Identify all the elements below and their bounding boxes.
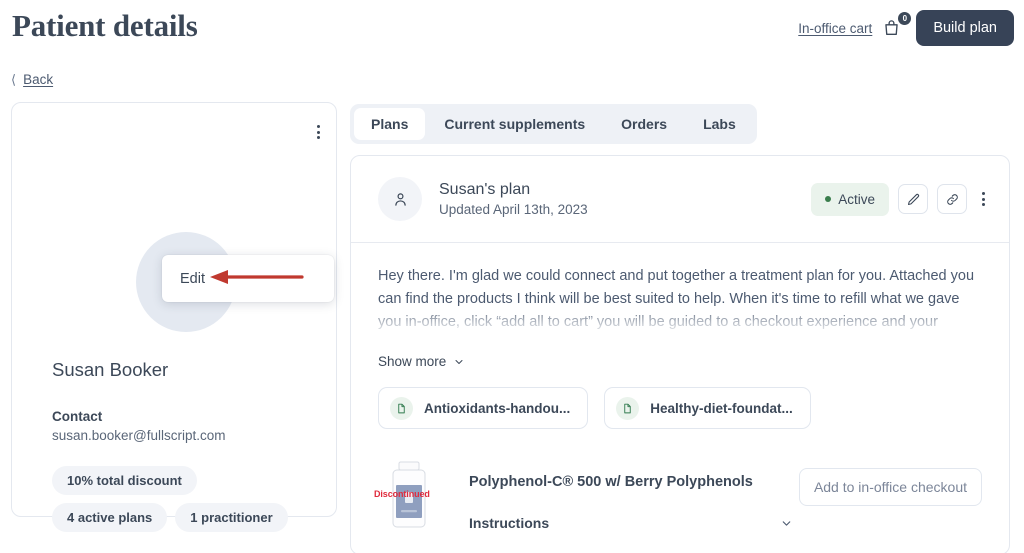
link-icon <box>946 193 958 205</box>
person-icon <box>394 192 406 206</box>
top-header: Patient details In-office cart 0 Build p… <box>0 0 1024 58</box>
cart-icon-wrapper[interactable]: 0 <box>882 12 912 41</box>
chevron-down-icon <box>782 520 791 526</box>
chip-row-discount: 10% total discount <box>52 466 312 495</box>
show-more-toggle[interactable]: Show more <box>378 354 465 369</box>
status-dot-icon <box>825 196 832 202</box>
kebab-dot <box>982 192 985 195</box>
build-plan-button[interactable]: Build plan <box>916 10 1014 46</box>
chip-practitioner-count: 1 practitioner <box>175 503 288 532</box>
attachment-item[interactable]: Healthy-diet-foundat... <box>604 387 811 429</box>
add-to-in-office-checkout-button[interactable]: Add to in-office checkout <box>798 468 982 506</box>
patient-details-page: Patient details In-office cart 0 Build p… <box>0 0 1024 553</box>
back-link[interactable]: ⟨ Back <box>11 72 53 87</box>
cart-count-badge: 0 <box>898 12 912 25</box>
plan-card-body: Hey there. I'm glad we could connect and… <box>351 243 1009 545</box>
header-actions: In-office cart 0 Build plan <box>798 10 1014 46</box>
patient-email: susan.booker@fullscript.com <box>52 428 226 443</box>
contact-label: Contact <box>52 409 103 424</box>
kebab-dot <box>317 130 320 134</box>
kebab-dot <box>317 125 320 128</box>
document-icon <box>390 396 413 420</box>
chip-active-plans: 4 active plans <box>52 503 168 532</box>
patient-card-more-button[interactable] <box>315 123 322 141</box>
plan-status-badge: Active <box>811 182 889 216</box>
plan-attachments: Antioxidants-handou... Healthy-diet-foun… <box>378 387 982 429</box>
chevron-down-icon <box>455 359 463 364</box>
plan-updated-date: Updated April 13th, 2023 <box>439 202 588 217</box>
product-details: Polyphenol-C® 500 w/ Berry Polyphenols I… <box>440 455 799 531</box>
menu-item-edit[interactable]: Edit <box>162 271 205 287</box>
instructions-toggle[interactable]: Instructions <box>469 515 799 531</box>
product-name: Polyphenol-C® 500 w/ Berry Polyphenols <box>469 474 753 490</box>
attachment-item[interactable]: Antioxidants-handou... <box>378 387 589 429</box>
instructions-label: Instructions <box>469 515 550 531</box>
kebab-dot <box>982 197 985 201</box>
in-office-cart-link[interactable]: In-office cart <box>798 21 872 36</box>
attachment-name: Healthy-diet-foundat... <box>650 400 793 416</box>
tab-orders[interactable]: Orders <box>604 108 684 140</box>
page-title: Patient details <box>12 8 198 43</box>
show-more-label: Show more <box>378 354 447 369</box>
tab-plans[interactable]: Plans <box>354 108 426 140</box>
tab-labs[interactable]: Labs <box>686 108 753 140</box>
plan-avatar <box>378 177 422 221</box>
chip-row-plans: 4 active plans 1 practitioner <box>52 503 312 532</box>
kebab-dot <box>317 136 320 139</box>
patient-chips: 10% total discount 4 active plans 1 prac… <box>52 466 312 553</box>
plan-more-button[interactable] <box>980 190 987 208</box>
document-icon <box>616 396 640 420</box>
patient-tabs: Plans Current supplements Orders Labs <box>350 104 757 144</box>
attachment-name: Antioxidants-handou... <box>424 400 571 416</box>
kebab-dot <box>982 203 985 206</box>
plan-status-label: Active <box>838 191 875 207</box>
patient-context-menu: Edit <box>162 255 334 302</box>
plan-product-row: Discontinued Polyphenol-C® 500 w/ Berry … <box>374 455 982 545</box>
chevron-left-icon: ⟨ <box>11 72 17 87</box>
chip-total-discount: 10% total discount <box>52 466 197 495</box>
copy-link-button[interactable] <box>937 184 967 214</box>
patient-name: Susan Booker <box>52 359 169 380</box>
product-image-wrapper: Discontinued <box>374 455 440 535</box>
plan-title-block: Susan's plan Updated April 13th, 2023 <box>439 181 811 217</box>
edit-plan-button[interactable] <box>898 184 928 214</box>
plan-card: Susan's plan Updated April 13th, 2023 Ac… <box>350 155 1010 553</box>
plan-message-text: Hey there. I'm glad we could connect and… <box>378 268 975 337</box>
discontinued-label: Discontinued <box>374 489 430 499</box>
plan-card-header: Susan's plan Updated April 13th, 2023 Ac… <box>351 156 1009 243</box>
tab-current-supplements[interactable]: Current supplements <box>427 108 602 140</box>
back-label: Back <box>23 72 54 87</box>
patient-card: Edit Susan Booker Contact susan.booker@f… <box>11 102 337 532</box>
pencil-icon <box>907 193 919 205</box>
plan-title: Susan's plan <box>439 181 531 198</box>
